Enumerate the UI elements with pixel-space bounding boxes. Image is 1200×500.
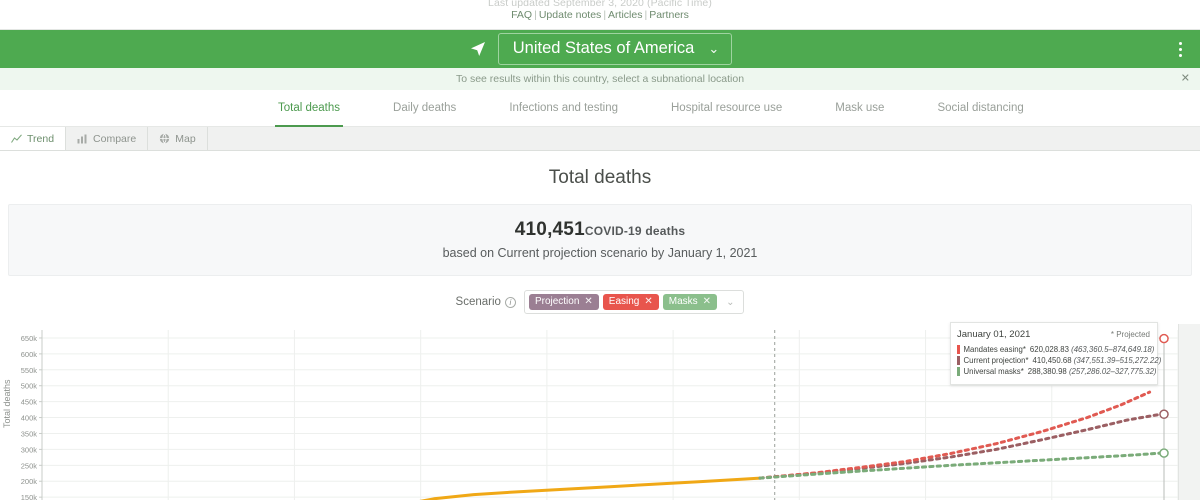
tab-mask-use[interactable]: Mask use (835, 90, 884, 126)
tooltip-series-value: 620,028.83 (463,360.5–874,649.18) (1029, 345, 1155, 354)
location-bar: United States of America ⌄ (0, 30, 1200, 68)
tab-infections-and-testing[interactable]: Infections and testing (509, 90, 618, 126)
series-color-swatch (957, 367, 960, 376)
navigation-arrow-icon (468, 39, 488, 59)
tooltip-series-value: 288,380.98 (257,286.02–327,775.32) (1027, 367, 1157, 376)
chip-remove-icon[interactable]: ✕ (703, 296, 711, 307)
tooltip-series-value: 410,450.68 (347,551.39–515,272.22) (1032, 356, 1162, 365)
link-articles[interactable]: Articles (608, 9, 642, 21)
chevron-down-icon[interactable]: ⌄ (721, 297, 739, 308)
svg-text:650k: 650k (21, 334, 38, 343)
link-faq[interactable]: FAQ (511, 9, 532, 21)
scenario-chip-box[interactable]: Projection ✕ Easing ✕ Masks ✕ ⌄ (523, 290, 745, 314)
subtab-map[interactable]: Map (148, 127, 208, 150)
more-vertical-icon[interactable] (1170, 39, 1190, 59)
summary-subtext: based on Current projection scenario by … (442, 246, 758, 260)
view-tab-bar: Trend Compare Map (0, 127, 1200, 151)
subtab-trend[interactable]: Trend (0, 127, 67, 150)
subtab-label: Trend (27, 132, 55, 145)
svg-text:600k: 600k (21, 350, 38, 359)
chevron-down-icon: ⌄ (708, 40, 720, 56)
summary-unit: COVID-19 deaths (584, 224, 686, 238)
utility-links: FAQ | Update notes | Articles | Partners (0, 9, 1200, 21)
tooltip-series-name: Universal masks* (963, 367, 1024, 376)
series-color-swatch (957, 345, 960, 354)
svg-text:550k: 550k (21, 366, 38, 375)
subnational-notice: To see results within this country, sele… (0, 68, 1200, 90)
location-dropdown[interactable]: United States of America ⌄ (497, 33, 733, 65)
svg-text:300k: 300k (21, 445, 38, 454)
svg-text:150k: 150k (21, 493, 38, 500)
scenario-chip-projection[interactable]: Projection ✕ (528, 294, 599, 310)
series-color-swatch (957, 356, 960, 365)
chip-remove-icon[interactable]: ✕ (644, 296, 652, 307)
tab-label: Infections and testing (509, 102, 618, 114)
subnational-notice-text: To see results within this country, sele… (455, 73, 745, 85)
main-tab-bar: Total deaths Daily deaths Infections and… (0, 90, 1200, 127)
tooltip-series-name: Current projection* (963, 356, 1029, 365)
chip-label: Easing (608, 296, 640, 307)
tab-label: Mask use (835, 102, 885, 114)
scenario-chip-masks[interactable]: Masks ✕ (662, 294, 718, 310)
svg-text:250k: 250k (21, 461, 38, 470)
close-icon[interactable]: ✕ (1181, 73, 1190, 85)
tab-label: Daily deaths (393, 102, 457, 114)
scenario-label: Scenario (455, 296, 501, 308)
tab-label: Total deaths (278, 102, 341, 114)
link-update-notes[interactable]: Update notes (539, 9, 601, 21)
info-icon[interactable]: i (504, 296, 516, 308)
location-selector-group: United States of America ⌄ (468, 33, 733, 65)
bar-chart-icon (77, 134, 88, 144)
kebab-dot (1178, 53, 1182, 57)
tab-total-deaths[interactable]: Total deaths (274, 90, 344, 127)
link-separator: | (534, 9, 537, 21)
kebab-dot (1178, 47, 1182, 51)
last-updated-text: Last updated September 3, 2020 (Pacific … (488, 0, 712, 9)
page-title: Total deaths (548, 167, 652, 188)
scenario-selector-row: Scenario i Projection ✕ Easing ✕ Masks ✕… (0, 276, 1200, 322)
subtab-label: Map (175, 132, 196, 145)
chart-right-gutter (1178, 324, 1200, 500)
tab-label: Social distancing (937, 102, 1024, 114)
tooltip-date: January 01, 2021 (957, 329, 1031, 340)
chip-label: Masks (668, 296, 698, 307)
location-name: United States of America (512, 39, 695, 57)
summary-headline: 410,451COVID-19 deaths (9, 219, 1191, 241)
tooltip-row-mandates-easing: Mandates easing* 620,028.83 (463,360.5–8… (957, 345, 1154, 354)
tab-label: Hospital resource use (671, 102, 783, 114)
svg-text:350k: 350k (21, 429, 38, 438)
y-axis-label: Total deaths (2, 379, 12, 428)
tab-hospital-resource-use[interactable]: Hospital resource use (671, 90, 782, 126)
tooltip-projected-note: * Projected (1110, 330, 1150, 339)
summary-value: 410,451 (514, 219, 585, 240)
kebab-dot (1178, 41, 1182, 45)
tooltip-row-universal-masks: Universal masks* 288,380.98 (257,286.02–… (957, 367, 1157, 376)
chip-remove-icon[interactable]: ✕ (584, 296, 592, 307)
tab-social-distancing[interactable]: Social distancing (937, 90, 1023, 126)
tooltip-series-name: Mandates easing* (963, 345, 1026, 354)
subtab-label: Compare (93, 132, 137, 145)
globe-icon (159, 133, 170, 144)
line-chart-icon (11, 133, 22, 144)
svg-text:450k: 450k (21, 398, 38, 407)
svg-text:400k: 400k (21, 414, 38, 423)
tab-daily-deaths[interactable]: Daily deaths (393, 90, 456, 126)
tooltip-header: January 01, 2021 * Projected (957, 329, 1150, 340)
link-partners[interactable]: Partners (649, 9, 689, 21)
chart-tooltip: January 01, 2021 * Projected Mandates ea… (950, 322, 1161, 385)
scenario-label-group: Scenario i (456, 296, 516, 308)
scenario-chip-easing[interactable]: Easing ✕ (602, 294, 659, 310)
svg-text:200k: 200k (21, 477, 38, 486)
top-utility-strip: Last updated September 3, 2020 (Pacific … (0, 0, 1200, 30)
subtab-compare[interactable]: Compare (66, 127, 149, 150)
chip-label: Projection (534, 296, 580, 307)
svg-text:500k: 500k (21, 382, 38, 391)
tooltip-row-current-projection: Current projection* 410,450.68 (347,551.… (957, 356, 1161, 365)
summary-banner: 410,451COVID-19 deaths based on Current … (8, 204, 1192, 276)
